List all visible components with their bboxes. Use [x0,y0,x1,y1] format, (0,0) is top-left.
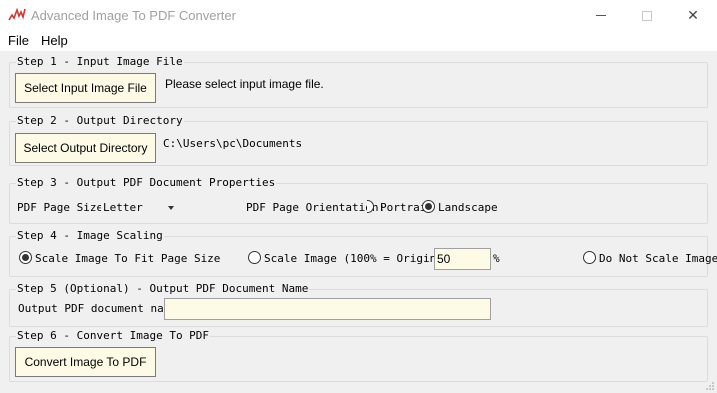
step6-group: Step 6 - Convert Image To PDF Convert Im… [9,329,708,382]
portrait-radio[interactable] [367,200,374,213]
scale-fit-label: Scale Image To Fit Page Size [35,252,221,265]
step3-group: Step 3 - Output PDF Document Properties … [9,176,708,224]
step2-group: Step 2 - Output Directory Select Output … [9,114,708,166]
menu-bar: File Help [0,31,717,51]
page-size-label: PDF Page Size: [17,201,110,214]
maximize-icon [642,10,652,21]
portrait-label: Portrai [380,201,427,214]
page-size-value: Letter [103,201,143,214]
select-input-image-button[interactable]: Select Input Image File [15,73,156,103]
select-output-directory-button[interactable]: Select Output Directory [15,133,156,163]
orientation-portrait-option[interactable]: Portrai [367,199,429,215]
page-size-dropdown[interactable]: Letter [101,199,178,217]
landscape-radio[interactable] [422,200,435,213]
document-name-label: Output PDF document name [18,302,177,315]
orientation-label: PDF Page Orientation: [246,201,386,214]
window-title: Advanced Image To PDF Converter [31,8,236,23]
scale-percent-radio[interactable] [248,251,261,264]
step5-group: Step 5 (Optional) - Output PDF Document … [9,282,708,327]
input-status-text: Please select input image file. [165,77,324,91]
step4-title: Step 4 - Image Scaling [16,229,164,242]
scale-percent-label: Scale Image (100% = Original [264,252,450,265]
maximize-button[interactable] [624,0,670,31]
chevron-down-icon [168,206,174,210]
step2-title: Step 2 - Output Directory [16,114,184,127]
step5-title: Step 5 (Optional) - Output PDF Document … [16,282,310,295]
menu-help[interactable]: Help [41,33,68,48]
scale-percent-input[interactable]: 50 [434,248,491,270]
minimize-icon [596,15,606,16]
close-icon: ✕ [687,7,699,23]
step1-group: Step 1 - Input Image File Select Input I… [9,55,708,108]
close-button[interactable]: ✕ [670,0,716,31]
minimize-button[interactable] [578,0,624,31]
menu-file[interactable]: File [8,33,29,48]
no-scale-radio[interactable] [583,251,596,264]
document-name-input[interactable] [164,298,491,320]
step6-title: Step 6 - Convert Image To PDF [16,329,211,342]
resize-grip-icon[interactable] [705,381,715,391]
landscape-label-text: Landscape [438,201,498,214]
scale-fit-radio[interactable] [19,251,32,264]
percent-sign: % [493,252,500,265]
step4-group: Step 4 - Image Scaling Scale Image To Fi… [9,229,717,277]
no-scale-label: Do Not Scale Image [599,252,717,265]
output-directory-text: C:\Users\pc\Documents [163,137,303,150]
title-bar: Advanced Image To PDF Converter ✕ [0,0,717,31]
app-logo-icon [8,7,26,21]
convert-button[interactable]: Convert Image To PDF [15,347,156,377]
step1-title: Step 1 - Input Image File [16,55,184,68]
step3-title: Step 3 - Output PDF Document Properties [16,176,277,189]
